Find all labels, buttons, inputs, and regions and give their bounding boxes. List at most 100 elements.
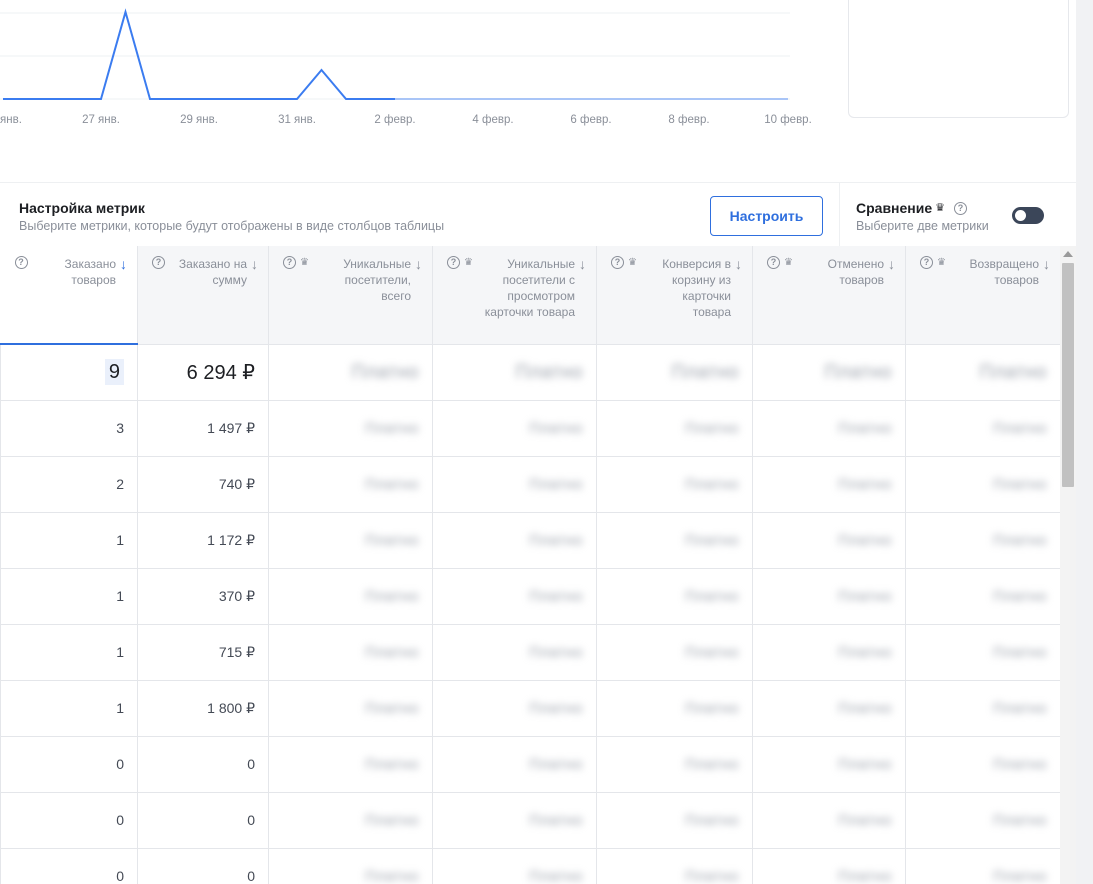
column-header[interactable]: ? Заказано товаров ↓ bbox=[0, 246, 138, 345]
locked-cell: Платно bbox=[596, 344, 753, 401]
locked-cell: Платно bbox=[432, 512, 597, 569]
column-header[interactable]: ? ♛ Отменено товаров ↓ bbox=[752, 246, 906, 345]
sort-arrow-icon[interactable]: ↓ bbox=[735, 257, 742, 320]
locked-value: Платно bbox=[992, 755, 1047, 773]
compare-toggle[interactable] bbox=[1012, 207, 1044, 224]
table-row: 0 0 Платно Платно Платно Платно Платно bbox=[0, 848, 1060, 884]
help-icon[interactable]: ? bbox=[14, 256, 28, 269]
column-header-label: Заказано товаров bbox=[64, 257, 116, 287]
locked-value: Платно bbox=[528, 755, 583, 773]
sum-cell: 0 bbox=[137, 792, 269, 849]
scroll-up-icon[interactable] bbox=[1063, 251, 1073, 257]
locked-cell: Платно bbox=[752, 736, 906, 793]
ordered-cell: 3 bbox=[0, 400, 138, 457]
locked-cell: Платно bbox=[432, 736, 597, 793]
compare-title: Сравнение bbox=[856, 200, 933, 216]
locked-value: Платно bbox=[671, 361, 739, 383]
locked-value: Платно bbox=[364, 699, 419, 717]
help-icon[interactable]: ? bbox=[283, 256, 296, 269]
sort-arrow-icon[interactable]: ↓ bbox=[1043, 257, 1050, 288]
locked-cell: Платно bbox=[752, 456, 906, 513]
locked-value: Платно bbox=[364, 419, 419, 437]
locked-value: Платно bbox=[979, 361, 1047, 383]
sum-cell: 715 ₽ bbox=[137, 624, 269, 681]
column-header-label: Конверсия в корзину из карточки товара bbox=[662, 257, 731, 319]
scroll-thumb[interactable] bbox=[1062, 263, 1074, 487]
locked-cell: Платно bbox=[905, 456, 1060, 513]
page-gutter bbox=[1076, 0, 1093, 884]
locked-cell: Платно bbox=[432, 400, 597, 457]
divider bbox=[839, 183, 840, 247]
locked-cell: Платно bbox=[752, 344, 906, 401]
x-tick-label: янв. bbox=[0, 114, 22, 126]
compare-subtitle: Выберите две метрики bbox=[856, 219, 989, 233]
column-header[interactable]: ? ♛ Уникальные посетители, всего ↓ bbox=[268, 246, 433, 345]
locked-cell: Платно bbox=[905, 344, 1060, 401]
locked-value: Платно bbox=[992, 699, 1047, 717]
locked-value: Платно bbox=[824, 361, 892, 383]
x-tick-label: 10 февр. bbox=[764, 114, 812, 126]
table-row: 11 800 ₽ Платно Платно Платно Платно Платно bbox=[0, 680, 1060, 737]
locked-value: Платно bbox=[837, 531, 892, 549]
sort-arrow-icon[interactable]: ↓ bbox=[251, 257, 258, 288]
total-ordered: 9 bbox=[104, 358, 124, 385]
total-row: 9 6 294 ₽ Платно Платно Платно Платно Пл… bbox=[0, 344, 1060, 401]
locked-cell: Платно bbox=[596, 680, 753, 737]
sum-cell: 1 172 ₽ bbox=[137, 512, 269, 569]
column-header[interactable]: ? ♛ Возвращено товаров ↓ bbox=[905, 246, 1060, 345]
help-icon[interactable]: ? bbox=[611, 256, 624, 269]
locked-value: Платно bbox=[364, 755, 419, 773]
x-tick-label: 29 янв. bbox=[180, 114, 218, 126]
locked-value: Платно bbox=[992, 867, 1047, 884]
locked-value: Платно bbox=[992, 587, 1047, 605]
crown-icon: ♛ bbox=[628, 257, 637, 268]
locked-cell: Платно bbox=[432, 344, 597, 401]
locked-cell: Платно bbox=[596, 512, 753, 569]
table-row: 0 0 Платно Платно Платно Платно Платно bbox=[0, 736, 1060, 793]
sum-cell: 740 ₽ bbox=[137, 456, 269, 513]
sum-cell: 0 bbox=[137, 736, 269, 793]
locked-cell: Платно bbox=[432, 456, 597, 513]
sum-cell: 370 ₽ bbox=[137, 568, 269, 625]
orders-line-chart: янв. 27 янв. 29 янв. 31 янв. 2 февр. 4 февр. 6… bbox=[0, 8, 812, 126]
locked-cell: Платно bbox=[905, 512, 1060, 569]
locked-cell: Платно bbox=[432, 624, 597, 681]
locked-cell: Платно bbox=[268, 344, 433, 401]
locked-value: Платно bbox=[992, 419, 1047, 437]
locked-value: Платно bbox=[515, 361, 583, 383]
table-row: 31 497 ₽ Платно Платно Платно Платно Платно bbox=[0, 400, 1060, 457]
table-row: 2 740 ₽ Платно Платно Платно Платно Платно bbox=[0, 456, 1060, 513]
locked-cell: Платно bbox=[596, 624, 753, 681]
help-icon[interactable]: ? bbox=[447, 256, 460, 269]
help-icon[interactable]: ? bbox=[920, 256, 933, 269]
column-header-label: Уникальные посетители с просмотром карто… bbox=[484, 257, 575, 319]
x-tick-label: 27 янв. bbox=[82, 114, 120, 126]
table-body: 9 6 294 ₽ Платно Платно Платно Платно Пл… bbox=[0, 344, 1060, 884]
configure-button[interactable]: Настроить bbox=[710, 196, 823, 236]
locked-value: Платно bbox=[684, 867, 739, 884]
locked-value: Платно bbox=[528, 587, 583, 605]
sort-arrow-icon[interactable]: ↓ bbox=[888, 257, 895, 288]
column-header[interactable]: ? ♛ Уникальные посетители с просмотром кар… bbox=[432, 246, 597, 345]
column-header[interactable]: ? ♛ Конверсия в корзину из карточки товара… bbox=[596, 246, 753, 345]
locked-value: Платно bbox=[364, 811, 419, 829]
sort-arrow-icon[interactable]: ↓ bbox=[120, 257, 127, 288]
locked-cell: Платно bbox=[752, 792, 906, 849]
help-icon[interactable]: ? bbox=[954, 201, 968, 215]
column-header[interactable]: ? Заказано на сумму ↓ bbox=[137, 246, 269, 345]
ordered-cell: 0 bbox=[0, 848, 138, 884]
metrics-table: ? Заказано товаров ↓? Заказано на сумму ↓? ♛ У… bbox=[0, 246, 1060, 884]
locked-value: Платно bbox=[528, 643, 583, 661]
sort-arrow-icon[interactable]: ↓ bbox=[579, 257, 586, 320]
locked-cell: Платно bbox=[268, 568, 433, 625]
sort-arrow-icon[interactable]: ↓ bbox=[415, 257, 422, 304]
help-icon[interactable]: ? bbox=[152, 256, 165, 269]
locked-cell: Платно bbox=[752, 848, 906, 884]
locked-cell: Платно bbox=[905, 400, 1060, 457]
crown-icon: ♛ bbox=[464, 257, 473, 268]
locked-value: Платно bbox=[684, 811, 739, 829]
locked-value: Платно bbox=[364, 867, 419, 884]
locked-cell: Платно bbox=[432, 680, 597, 737]
help-icon[interactable]: ? bbox=[767, 256, 780, 269]
locked-value: Платно bbox=[528, 419, 583, 437]
